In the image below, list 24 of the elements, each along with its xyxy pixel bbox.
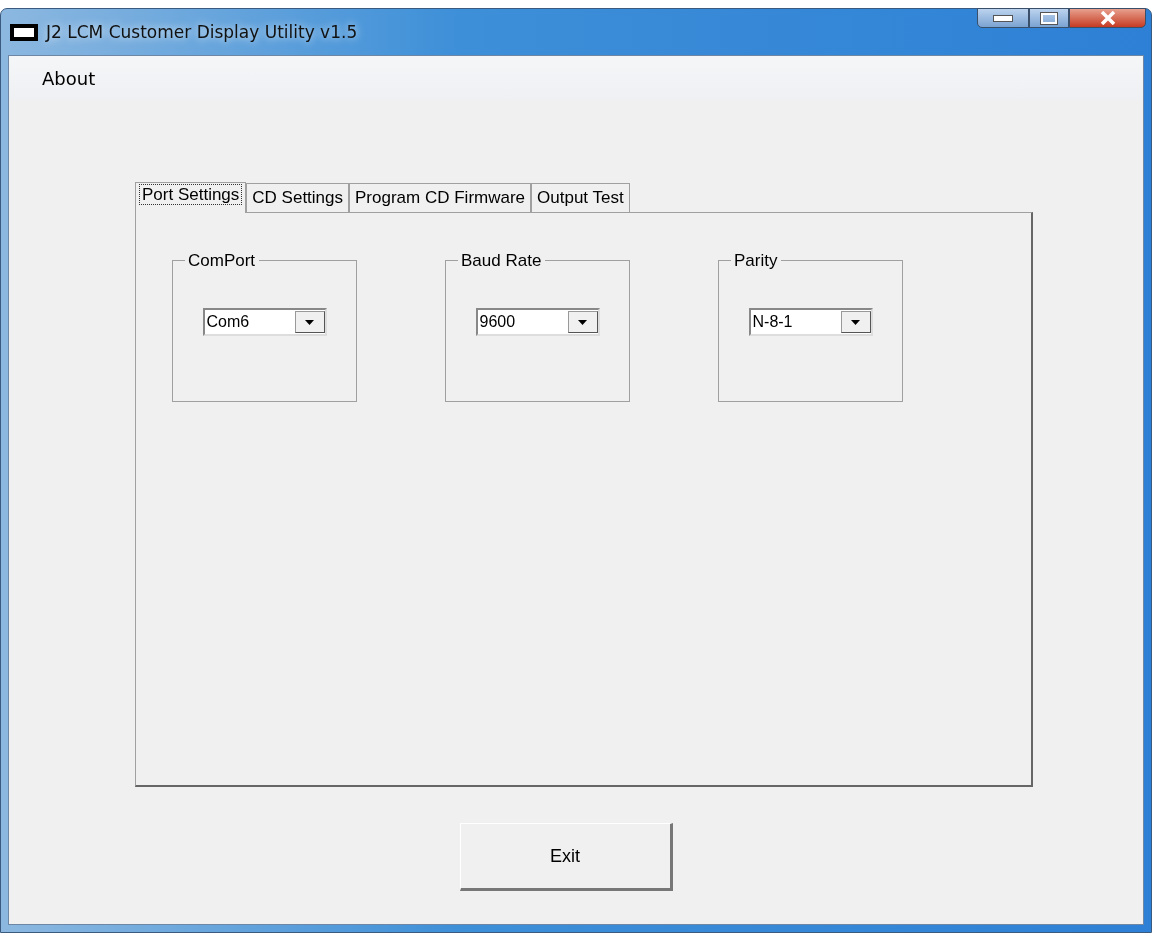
dropdown-button[interactable] bbox=[294, 311, 325, 333]
tab[interactable]: Output Test bbox=[531, 183, 630, 212]
exit-button[interactable]: Exit bbox=[459, 823, 673, 891]
caret-icon bbox=[578, 319, 587, 325]
caret-icon bbox=[851, 319, 860, 325]
close-button[interactable] bbox=[1069, 8, 1146, 28]
minimize-icon bbox=[993, 14, 1013, 22]
tab[interactable]: CD Settings bbox=[246, 183, 350, 212]
maximize-icon bbox=[1041, 12, 1057, 24]
maximize-button[interactable] bbox=[1029, 8, 1069, 28]
dropdown-field[interactable]: 9600 bbox=[475, 308, 600, 336]
window-title: J2 LCM Customer Display Utility v1.5 bbox=[46, 22, 358, 42]
dropdown-field[interactable]: N-8-1 bbox=[748, 308, 873, 336]
minimize-button[interactable] bbox=[977, 8, 1029, 28]
tab[interactable]: Port Settings bbox=[135, 182, 247, 213]
menu-item[interactable]: About bbox=[42, 67, 96, 89]
dropdown-button[interactable] bbox=[840, 311, 871, 333]
dropdown-field[interactable]: Com6 bbox=[202, 308, 327, 336]
group-title: Parity bbox=[731, 251, 782, 271]
close-icon bbox=[1099, 11, 1116, 25]
app-icon bbox=[10, 23, 38, 41]
caret-icon bbox=[305, 319, 314, 325]
tab[interactable]: Program CD Firmware bbox=[349, 183, 532, 212]
dropdown-button[interactable] bbox=[567, 311, 598, 333]
